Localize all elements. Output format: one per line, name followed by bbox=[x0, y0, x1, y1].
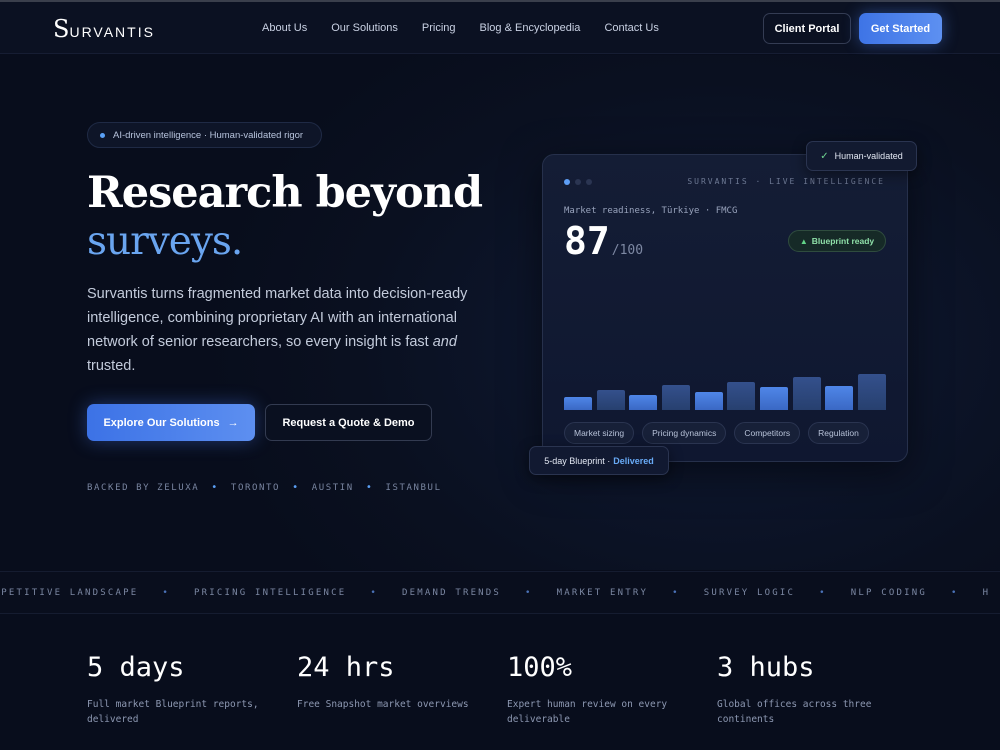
readiness-metric: 87 /100 bbox=[564, 219, 643, 263]
tag-regulation[interactable]: Regulation bbox=[808, 422, 869, 444]
blueprint-delivered-badge: 5-day Blueprint · Delivered bbox=[529, 446, 669, 475]
card-brand: SURVANTIS · LIVE INTELLIGENCE bbox=[687, 177, 885, 186]
stat-value: 3 hubs bbox=[717, 652, 815, 683]
sparkline-bar bbox=[596, 390, 625, 410]
blueprint-ready-badge: ▲ Blueprint ready bbox=[788, 230, 886, 252]
stats-section: 5 days Full market Blueprint reports, de… bbox=[0, 614, 1000, 750]
arrow-right-icon: → bbox=[227, 416, 239, 429]
sparkline-bar bbox=[662, 385, 690, 410]
request-quote-button[interactable]: Request a Quote & Demo bbox=[265, 404, 432, 441]
stat-value: 24 hrs bbox=[297, 652, 395, 683]
ticker-item: MARKET ENTRY bbox=[556, 588, 649, 598]
ticker-separator-icon: • bbox=[950, 588, 959, 598]
ticker-item: DEMAND TRENDS bbox=[402, 588, 502, 598]
ticker-separator-icon: • bbox=[162, 588, 170, 598]
window-dots bbox=[564, 179, 592, 185]
metric-max: /100 bbox=[611, 243, 644, 258]
sparkline-bar bbox=[727, 382, 756, 410]
lead-main: Survantis turns fragmented market data i… bbox=[87, 286, 468, 350]
sparkline-bar bbox=[792, 377, 821, 410]
stat-review: 100% Expert human review on every delive… bbox=[507, 652, 697, 727]
window-dot-icon bbox=[586, 179, 592, 185]
pill-text: AI-driven intelligence · Human-validated… bbox=[113, 129, 304, 141]
stat-description: Full market Blueprint reports, delivered bbox=[87, 699, 259, 725]
ticker-item: SURVEY LOGIC bbox=[703, 588, 796, 598]
tag-market-sizing[interactable]: Market sizing bbox=[564, 422, 635, 444]
ticker-row: OMPETITIVE LANDSCAPE • PRICING INTELLIGE… bbox=[0, 588, 990, 598]
nav-link-solutions[interactable]: Our Solutions bbox=[331, 22, 398, 34]
nav-link-about[interactable]: About Us bbox=[262, 22, 307, 34]
sparkline-bar bbox=[564, 397, 592, 410]
explore-label: Explore Our Solutions bbox=[103, 416, 220, 429]
delivered-prefix: 5-day Blueprint · bbox=[544, 455, 611, 466]
ticker-item: PRICING INTELLIGENCE bbox=[194, 588, 347, 598]
sparkline-bar bbox=[629, 395, 658, 410]
sparkline-bar bbox=[825, 386, 854, 410]
metric-value: 87 bbox=[564, 219, 610, 263]
validated-text: Human-validated bbox=[834, 151, 903, 161]
stat-description: Expert human review on every deliverable bbox=[507, 699, 668, 725]
lead-emphasis: and bbox=[432, 334, 457, 350]
get-started-button[interactable]: Get Started bbox=[859, 13, 942, 44]
city-toronto: TORONTO bbox=[230, 482, 281, 493]
nav-links: About Us Our Solutions Pricing Blog & En… bbox=[262, 22, 659, 34]
stat-value: 100% bbox=[507, 652, 573, 683]
human-validated-badge: ✓ Human-validated bbox=[806, 141, 917, 171]
city-austin: AUSTIN bbox=[311, 482, 354, 493]
stat-description: Free Snapshot market overviews bbox=[297, 699, 469, 710]
hero-description: Survantis turns fragmented market data i… bbox=[87, 282, 487, 378]
separator-dot-icon: • bbox=[365, 482, 374, 493]
sparkline-bar bbox=[858, 374, 886, 410]
logo-wordmark: URVANTIS bbox=[69, 24, 155, 40]
bar-sparkline bbox=[564, 365, 886, 410]
live-intelligence-card: SURVANTIS · LIVE INTELLIGENCE Market rea… bbox=[542, 154, 908, 462]
checkmark-icon: ✓ bbox=[820, 150, 829, 162]
stat-days: 5 days Full market Blueprint reports, de… bbox=[87, 652, 277, 727]
nav-link-contact[interactable]: Contact Us bbox=[604, 22, 658, 34]
triangle-up-icon: ▲ bbox=[799, 236, 808, 246]
capabilities-ticker: OMPETITIVE LANDSCAPE • PRICING INTELLIGE… bbox=[0, 571, 1000, 614]
stat-description: Global offices across three continents bbox=[717, 699, 872, 725]
ticker-separator-icon: • bbox=[525, 588, 533, 598]
explore-solutions-button[interactable]: Explore Our Solutions → bbox=[87, 404, 255, 441]
tag-pricing-dynamics[interactable]: Pricing dynamics bbox=[642, 422, 727, 444]
nav-link-blog[interactable]: Blog & Encyclopedia bbox=[480, 22, 581, 34]
ticker-separator-icon: • bbox=[370, 588, 378, 598]
backed-by-label: BACKED BY ZELUXA bbox=[87, 482, 200, 493]
topic-tags: Market sizing Pricing dynamics Competito… bbox=[564, 422, 869, 444]
separator-dot-icon: • bbox=[292, 482, 300, 493]
top-navigation: S URVANTIS About Us Our Solutions Pricin… bbox=[0, 2, 1000, 54]
nav-link-pricing[interactable]: Pricing bbox=[422, 22, 456, 34]
sparkline-bar bbox=[694, 392, 723, 410]
stat-hubs: 3 hubs Global offices across three conti… bbox=[717, 652, 907, 727]
hero-title-line1: Research beyond bbox=[87, 168, 483, 218]
badge-text: Blueprint ready bbox=[811, 236, 875, 246]
stat-value: 5 days bbox=[87, 652, 185, 683]
ticker-item: H bbox=[982, 588, 991, 598]
logo-initial: S bbox=[53, 15, 70, 43]
ticker-item: NLP CODING bbox=[850, 588, 927, 598]
stat-hours: 24 hrs Free Snapshot market overviews bbox=[297, 652, 487, 712]
window-dot-icon bbox=[564, 179, 570, 185]
survantis-logo[interactable]: S URVANTIS bbox=[53, 17, 155, 41]
tag-competitors[interactable]: Competitors bbox=[734, 422, 801, 444]
window-dot-icon bbox=[575, 179, 581, 185]
hero-tagline-pill: AI-driven intelligence · Human-validated… bbox=[87, 122, 322, 148]
ticker-item: OMPETITIVE LANDSCAPE bbox=[0, 588, 139, 598]
lead-end: trusted. bbox=[87, 358, 136, 374]
client-portal-button[interactable]: Client Portal bbox=[763, 13, 851, 44]
backed-by-row: BACKED BY ZELUXA • TORONTO • AUSTIN • IS… bbox=[87, 482, 442, 493]
delivered-status: Delivered bbox=[613, 455, 654, 466]
hero-title-line2: surveys. bbox=[87, 219, 243, 264]
pill-dot-icon bbox=[100, 132, 105, 138]
metric-label: Market readiness, Türkiye · FMCG bbox=[564, 206, 738, 216]
sparkline-bar bbox=[760, 387, 788, 410]
separator-dot-icon: • bbox=[211, 482, 219, 493]
ticker-separator-icon: • bbox=[672, 588, 680, 598]
ticker-separator-icon: • bbox=[819, 588, 827, 598]
city-istanbul: ISTANBUL bbox=[385, 482, 442, 493]
